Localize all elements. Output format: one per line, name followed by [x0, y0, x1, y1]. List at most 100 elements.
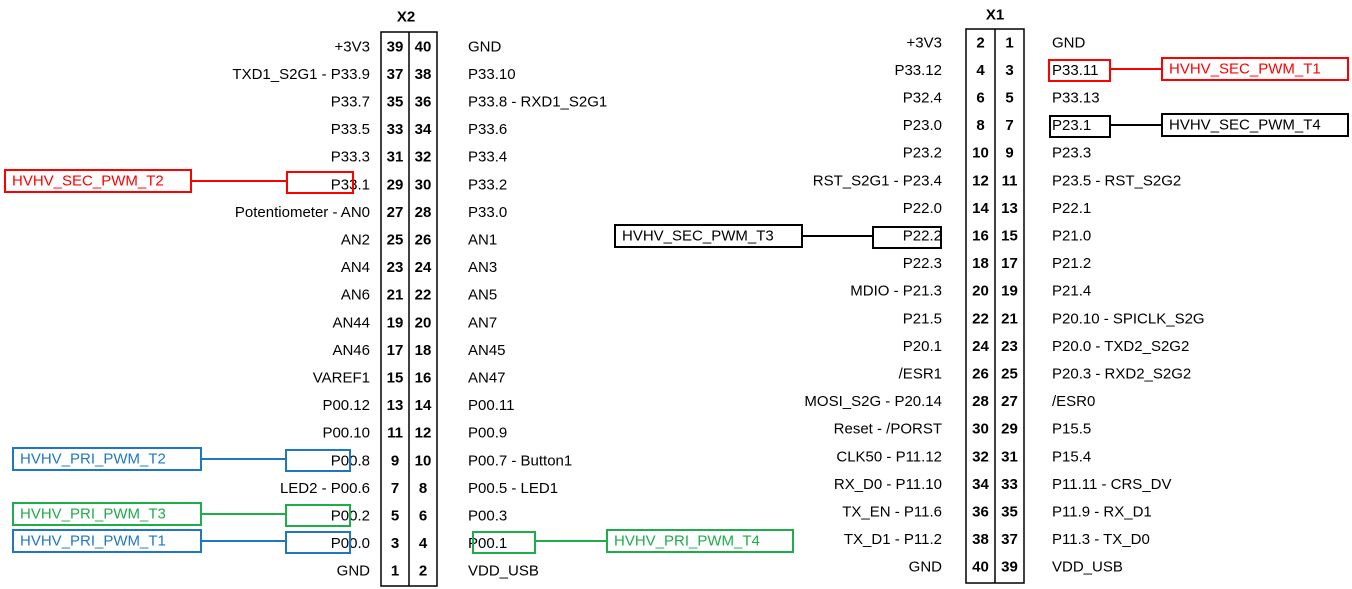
x1-label-pin-38: TX_D1 - P11.2 — [844, 531, 942, 548]
x2-pin-6: 6 — [419, 508, 427, 525]
x2-pin-30: 30 — [415, 176, 432, 193]
x1-pin-40: 40 — [972, 559, 989, 576]
x1-label-pin-4: P33.12 — [894, 62, 942, 79]
x2-pin-31: 31 — [387, 149, 404, 166]
x2-pin-7: 7 — [391, 480, 399, 497]
x1-label-pin-2: +3V3 — [907, 34, 942, 51]
x1-pin-15: 15 — [1001, 228, 1018, 245]
x2-pin-27: 27 — [387, 204, 404, 221]
x1-label-pin-22: P21.5 — [903, 310, 942, 327]
x2-pin-39: 39 — [387, 38, 404, 55]
x2-pin-3: 3 — [391, 535, 399, 552]
x1-pin-38: 38 — [972, 531, 989, 548]
x2-label-pin-18: AN45 — [468, 342, 506, 359]
x2-pin-29: 29 — [387, 176, 404, 193]
x2-pin-11: 11 — [387, 425, 403, 442]
x1-label-pin-14: P22.0 — [903, 200, 942, 217]
x1-pin-10: 10 — [972, 145, 989, 162]
x2-label-pin-10: P00.7 - Button1 — [468, 452, 572, 469]
x2-label-pin-15: VAREF1 — [313, 370, 370, 387]
x2-label-pin-36: P33.8 - RXD1_S2G1 — [468, 94, 607, 111]
x1-label-pin-24: P20.1 — [903, 338, 942, 355]
x1-label-pin-27: /ESR0 — [1052, 393, 1095, 410]
x2-pin-36: 36 — [415, 94, 432, 111]
x2-pin-25: 25 — [387, 232, 404, 249]
x1-label-pin-37: P11.3 - TX_D0 — [1052, 531, 1150, 548]
x1-pin-32: 32 — [972, 448, 989, 465]
x1-pin-18: 18 — [972, 255, 989, 272]
x1-pin-21: 21 — [1001, 310, 1018, 327]
x2-pin-1: 1 — [391, 563, 399, 580]
x1-label-pin-8: P23.0 — [903, 117, 942, 134]
x1-pin-33: 33 — [1001, 476, 1018, 493]
x1-label-pin-30: Reset - /PORST — [834, 421, 942, 438]
x2-title: X2 — [397, 9, 415, 26]
x2-pin-2: 2 — [419, 563, 427, 580]
pri-t1-signal-label: HVHV_PRI_PWM_T1 — [20, 533, 166, 550]
x2-label-pin-26: AN1 — [468, 232, 497, 249]
x2-pin-20: 20 — [415, 314, 432, 331]
x1-pin-3: 3 — [1005, 62, 1013, 79]
x2-pin-8: 8 — [419, 480, 427, 497]
x1-pin-39: 39 — [1001, 559, 1018, 576]
x1-pin-8: 8 — [976, 117, 984, 134]
x2-pin-34: 34 — [415, 121, 432, 138]
x1-pin-12: 12 — [972, 172, 989, 189]
x2-label-pin-6: P00.3 — [468, 508, 507, 525]
x1-label-pin-21: P20.10 - SPICLK_S2G — [1052, 310, 1205, 327]
x2-label-pin-22: AN5 — [468, 287, 497, 304]
x1-label-pin-7: P23.1 — [1052, 117, 1091, 134]
x2-label-pin-12: P00.9 — [468, 425, 507, 442]
pinout-diagram: X239 40+3V3 GND37 38TXD1_S2G1 - P33.9 P33.10… — [4, 7, 1349, 587]
x2-pin-37: 37 — [387, 66, 404, 83]
x1-label-pin-10: P23.2 — [903, 145, 942, 162]
x1-pin-17: 17 — [1001, 255, 1018, 272]
x2-label-pin-19: AN44 — [332, 314, 370, 331]
x1-pin-13: 13 — [1001, 200, 1018, 217]
x2-label-pin-40: GND — [468, 38, 502, 55]
x1-pin-29: 29 — [1001, 421, 1018, 438]
x2-pin-22: 22 — [415, 287, 432, 304]
x2-pin-40: 40 — [415, 38, 432, 55]
x1-label-pin-33: P11.11 - CRS_DV — [1052, 476, 1172, 493]
x1-label-pin-16: P22.2 — [903, 228, 942, 245]
x1-pin-34: 34 — [972, 476, 989, 493]
x2-pin-26: 26 — [415, 232, 432, 249]
x1-pin-24: 24 — [972, 338, 989, 355]
x2-pin-4: 4 — [419, 535, 428, 552]
x2-label-pin-38: P33.10 — [468, 66, 516, 83]
x1-pin-36: 36 — [972, 504, 989, 521]
x1-label-pin-17: P21.2 — [1052, 255, 1091, 272]
x1-label-pin-39: VDD_USB — [1052, 559, 1123, 576]
x1-pin-5: 5 — [1005, 90, 1013, 107]
x2-label-pin-32: P33.4 — [468, 149, 507, 166]
x2-pin-10: 10 — [415, 452, 432, 469]
x1-pin-14: 14 — [972, 200, 989, 217]
x1-pin-25: 25 — [1001, 366, 1018, 383]
x1-pin-6: 6 — [976, 90, 984, 107]
x2-pin-18: 18 — [415, 342, 432, 359]
x1-label-pin-35: P11.9 - RX_D1 — [1052, 504, 1152, 521]
x2-label-pin-33: P33.5 — [331, 121, 370, 138]
x1-label-pin-19: P21.4 — [1052, 283, 1091, 300]
x1-pin-27: 27 — [1001, 393, 1018, 410]
x1-label-pin-13: P22.1 — [1052, 200, 1091, 217]
x2-label-pin-17: AN46 — [332, 342, 370, 359]
x1-label-pin-32: CLK50 - P11.12 — [836, 448, 942, 465]
x1-label-pin-9: P23.3 — [1052, 145, 1091, 162]
x2-label-pin-28: P33.0 — [468, 204, 507, 221]
x1-label-pin-29: P15.5 — [1052, 421, 1091, 438]
x2-connector: X239 40+3V3 GND37 38TXD1_S2G1 - P33.9 P33.10… — [232, 9, 607, 587]
sec-t3-signal-label: HVHV_SEC_PWM_T3 — [622, 228, 774, 245]
x1-title: X1 — [986, 7, 1004, 24]
x2-label-pin-1: GND — [337, 563, 371, 580]
x2-label-pin-8: P00.5 - LED1 — [468, 480, 558, 497]
x1-pin-23: 23 — [1001, 338, 1018, 355]
x2-pin-14: 14 — [415, 397, 432, 414]
x1-label-pin-12: RST_S2G1 - P23.4 — [813, 172, 942, 189]
x1-pin-11: 11 — [1002, 172, 1018, 189]
x1-label-pin-3: P33.11 — [1052, 62, 1098, 79]
x2-label-pin-34: P33.6 — [468, 121, 507, 138]
x2-pin-12: 12 — [415, 425, 432, 442]
x2-pin-28: 28 — [415, 204, 432, 221]
